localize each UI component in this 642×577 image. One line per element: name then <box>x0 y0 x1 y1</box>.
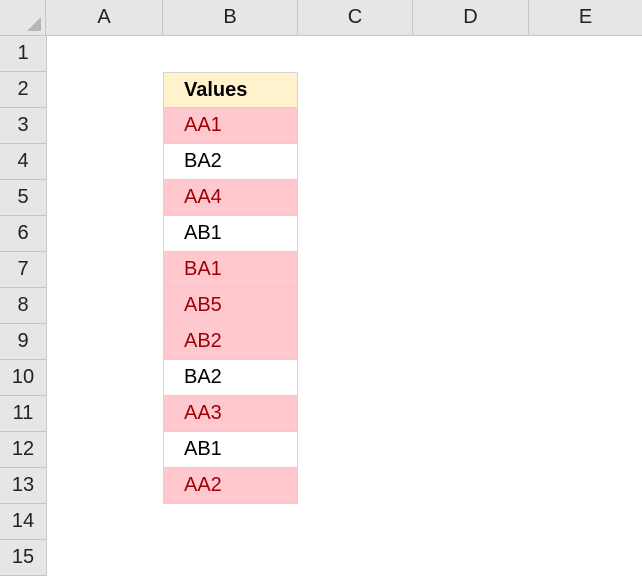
column-header-e[interactable]: E <box>529 0 642 36</box>
row-header-1[interactable]: 1 <box>0 36 47 72</box>
row-header-5[interactable]: 5 <box>0 180 47 216</box>
row-header-9[interactable]: 9 <box>0 324 47 360</box>
cell-b12[interactable]: AB1 <box>163 432 298 468</box>
cell-b4[interactable]: BA2 <box>163 144 298 180</box>
row-header-7[interactable]: 7 <box>0 252 47 288</box>
row-header-4[interactable]: 4 <box>0 144 47 180</box>
row-header-6[interactable]: 6 <box>0 216 47 252</box>
cell-b5[interactable]: AA4 <box>163 180 298 216</box>
select-all-corner[interactable] <box>0 0 46 36</box>
row-header-11[interactable]: 11 <box>0 396 47 432</box>
column-header-d[interactable]: D <box>413 0 529 36</box>
column-header-c[interactable]: C <box>298 0 413 36</box>
column-header-a[interactable]: A <box>46 0 163 36</box>
row-header-13[interactable]: 13 <box>0 468 47 504</box>
cell-b3[interactable]: AA1 <box>163 108 298 144</box>
cell-b9[interactable]: AB2 <box>163 324 298 360</box>
row-header-3[interactable]: 3 <box>0 108 47 144</box>
select-all-triangle-icon <box>27 17 41 31</box>
cell-b2-header[interactable]: Values <box>163 72 298 108</box>
column-header-b[interactable]: B <box>163 0 298 36</box>
cell-b11[interactable]: AA3 <box>163 396 298 432</box>
cell-b7[interactable]: BA1 <box>163 252 298 288</box>
row-header-8[interactable]: 8 <box>0 288 47 324</box>
cell-b13[interactable]: AA2 <box>163 468 298 504</box>
row-header-15[interactable]: 15 <box>0 540 47 576</box>
row-header-10[interactable]: 10 <box>0 360 47 396</box>
row-header-12[interactable]: 12 <box>0 432 47 468</box>
row-header-2[interactable]: 2 <box>0 72 47 108</box>
cell-b8[interactable]: AB5 <box>163 288 298 324</box>
row-header-14[interactable]: 14 <box>0 504 47 540</box>
cell-b10[interactable]: BA2 <box>163 360 298 396</box>
spreadsheet: A B C D E 1 2 3 4 5 6 7 8 9 10 11 12 13 14 15 Values AA… <box>0 0 642 577</box>
cell-b6[interactable]: AB1 <box>163 216 298 252</box>
